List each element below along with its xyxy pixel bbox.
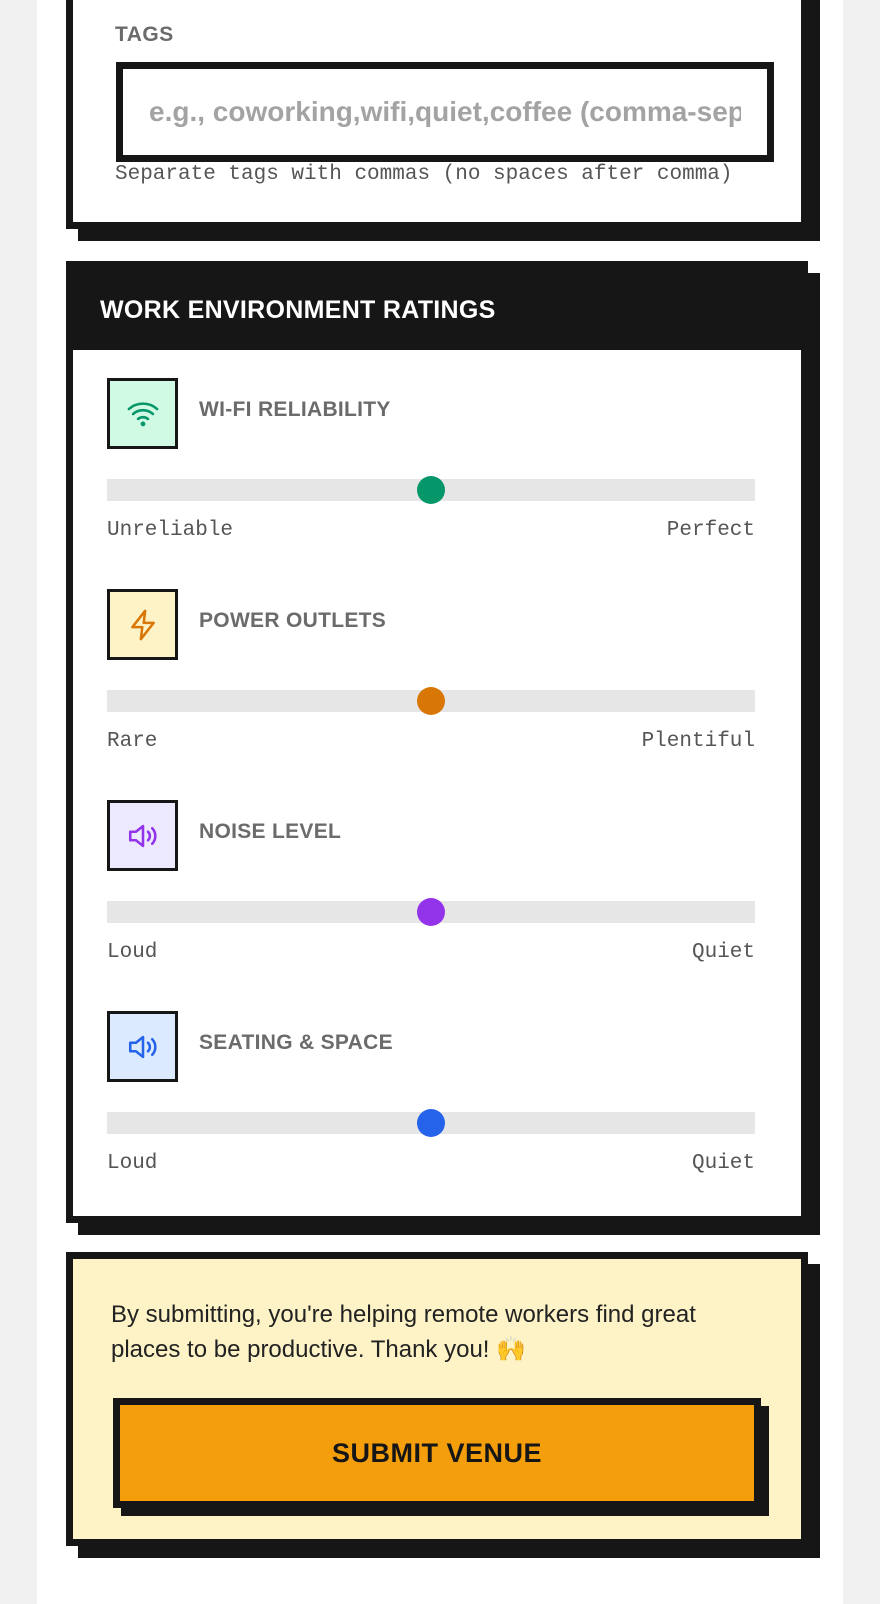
noise-level-slider[interactable] [107,898,755,926]
rating-power-outlets: POWER OUTLETS Rare Plentiful [107,589,759,779]
ratings-card: WORK ENVIRONMENT RATINGS WI-FI RELIABILI… [66,261,808,1223]
rating-seating-space: SEATING & SPACE Loud Quiet [107,1011,759,1201]
slider-max-label: Plentiful [641,730,755,753]
wifi-reliability-slider[interactable] [107,476,755,504]
slider-min-label: Unreliable [107,519,234,542]
slider-thumb[interactable] [417,687,445,715]
slider-max-label: Quiet [691,1152,755,1175]
submit-button-label: SUBMIT VENUE [331,1437,543,1468]
speaker-icon [107,1011,178,1082]
slider-max-label: Quiet [691,941,755,964]
tags-hint: Separate tags with commas (no spaces aft… [115,163,733,186]
rating-title: NOISE LEVEL [199,820,342,843]
tags-label: TAGS [115,23,174,46]
rating-wifi: WI-FI RELIABILITY Unreliable Perfect [107,378,759,568]
power-outlets-slider[interactable] [107,687,755,715]
seating-space-slider[interactable] [107,1109,755,1137]
rating-title: SEATING & SPACE [199,1031,393,1054]
slider-thumb[interactable] [417,476,445,504]
wifi-icon [107,378,178,449]
rating-title: POWER OUTLETS [199,609,387,632]
lightning-bolt-icon [107,589,178,660]
submit-card: By submitting, you're helping remote wor… [66,1252,808,1546]
tags-card: TAGS Separate tags with commas (no space… [66,0,808,229]
rating-noise-level: NOISE LEVEL Loud Quiet [107,800,759,990]
slider-min-label: Loud [107,941,158,964]
slider-max-label: Perfect [666,519,755,542]
slider-min-label: Loud [107,1152,158,1175]
tags-input[interactable] [116,62,774,162]
rating-title: WI-FI RELIABILITY [199,398,391,421]
slider-min-label: Rare [107,730,158,753]
submit-message: By submitting, you're helping remote wor… [111,1301,696,1363]
submit-venue-button[interactable]: SUBMIT VENUE [113,1398,761,1508]
ratings-header-title: WORK ENVIRONMENT RATINGS [100,296,496,324]
slider-thumb[interactable] [417,1109,445,1137]
slider-thumb[interactable] [417,898,445,926]
ratings-header: WORK ENVIRONMENT RATINGS [73,268,801,350]
speaker-icon [107,800,178,871]
